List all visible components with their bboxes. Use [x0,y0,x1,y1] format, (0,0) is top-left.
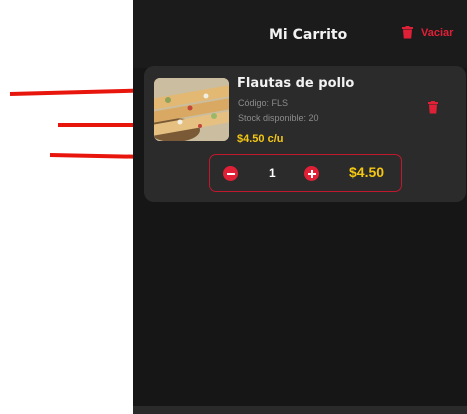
quantity-stepper: 1 $4.50 [209,154,402,192]
quantity-value: 1 [269,166,276,180]
page-title: Mi Carrito [269,27,348,43]
delete-item-button[interactable] [428,101,438,119]
cart-screen: Mi Carrito Vaciar Flautas de pollo Códig… [133,0,467,414]
app-header: Mi Carrito Vaciar [133,0,467,68]
decrease-quantity-button[interactable] [223,166,238,181]
bottom-bar [133,406,467,414]
product-image [154,78,229,141]
trash-icon [428,101,438,114]
clear-cart-button[interactable]: Vaciar [402,26,453,39]
clear-cart-label: Vaciar [421,26,454,39]
unit-price: $4.50 c/u [237,133,284,145]
cart-item: Flautas de pollo Código: FLS Stock dispo… [144,66,466,202]
line-total: $4.50 [349,164,385,180]
trash-icon [402,26,413,39]
product-stock: Stock disponible: 20 [238,113,319,123]
product-name: Flautas de pollo [237,76,355,91]
increase-quantity-button[interactable] [304,166,319,181]
product-code: Código: FLS [238,98,289,108]
